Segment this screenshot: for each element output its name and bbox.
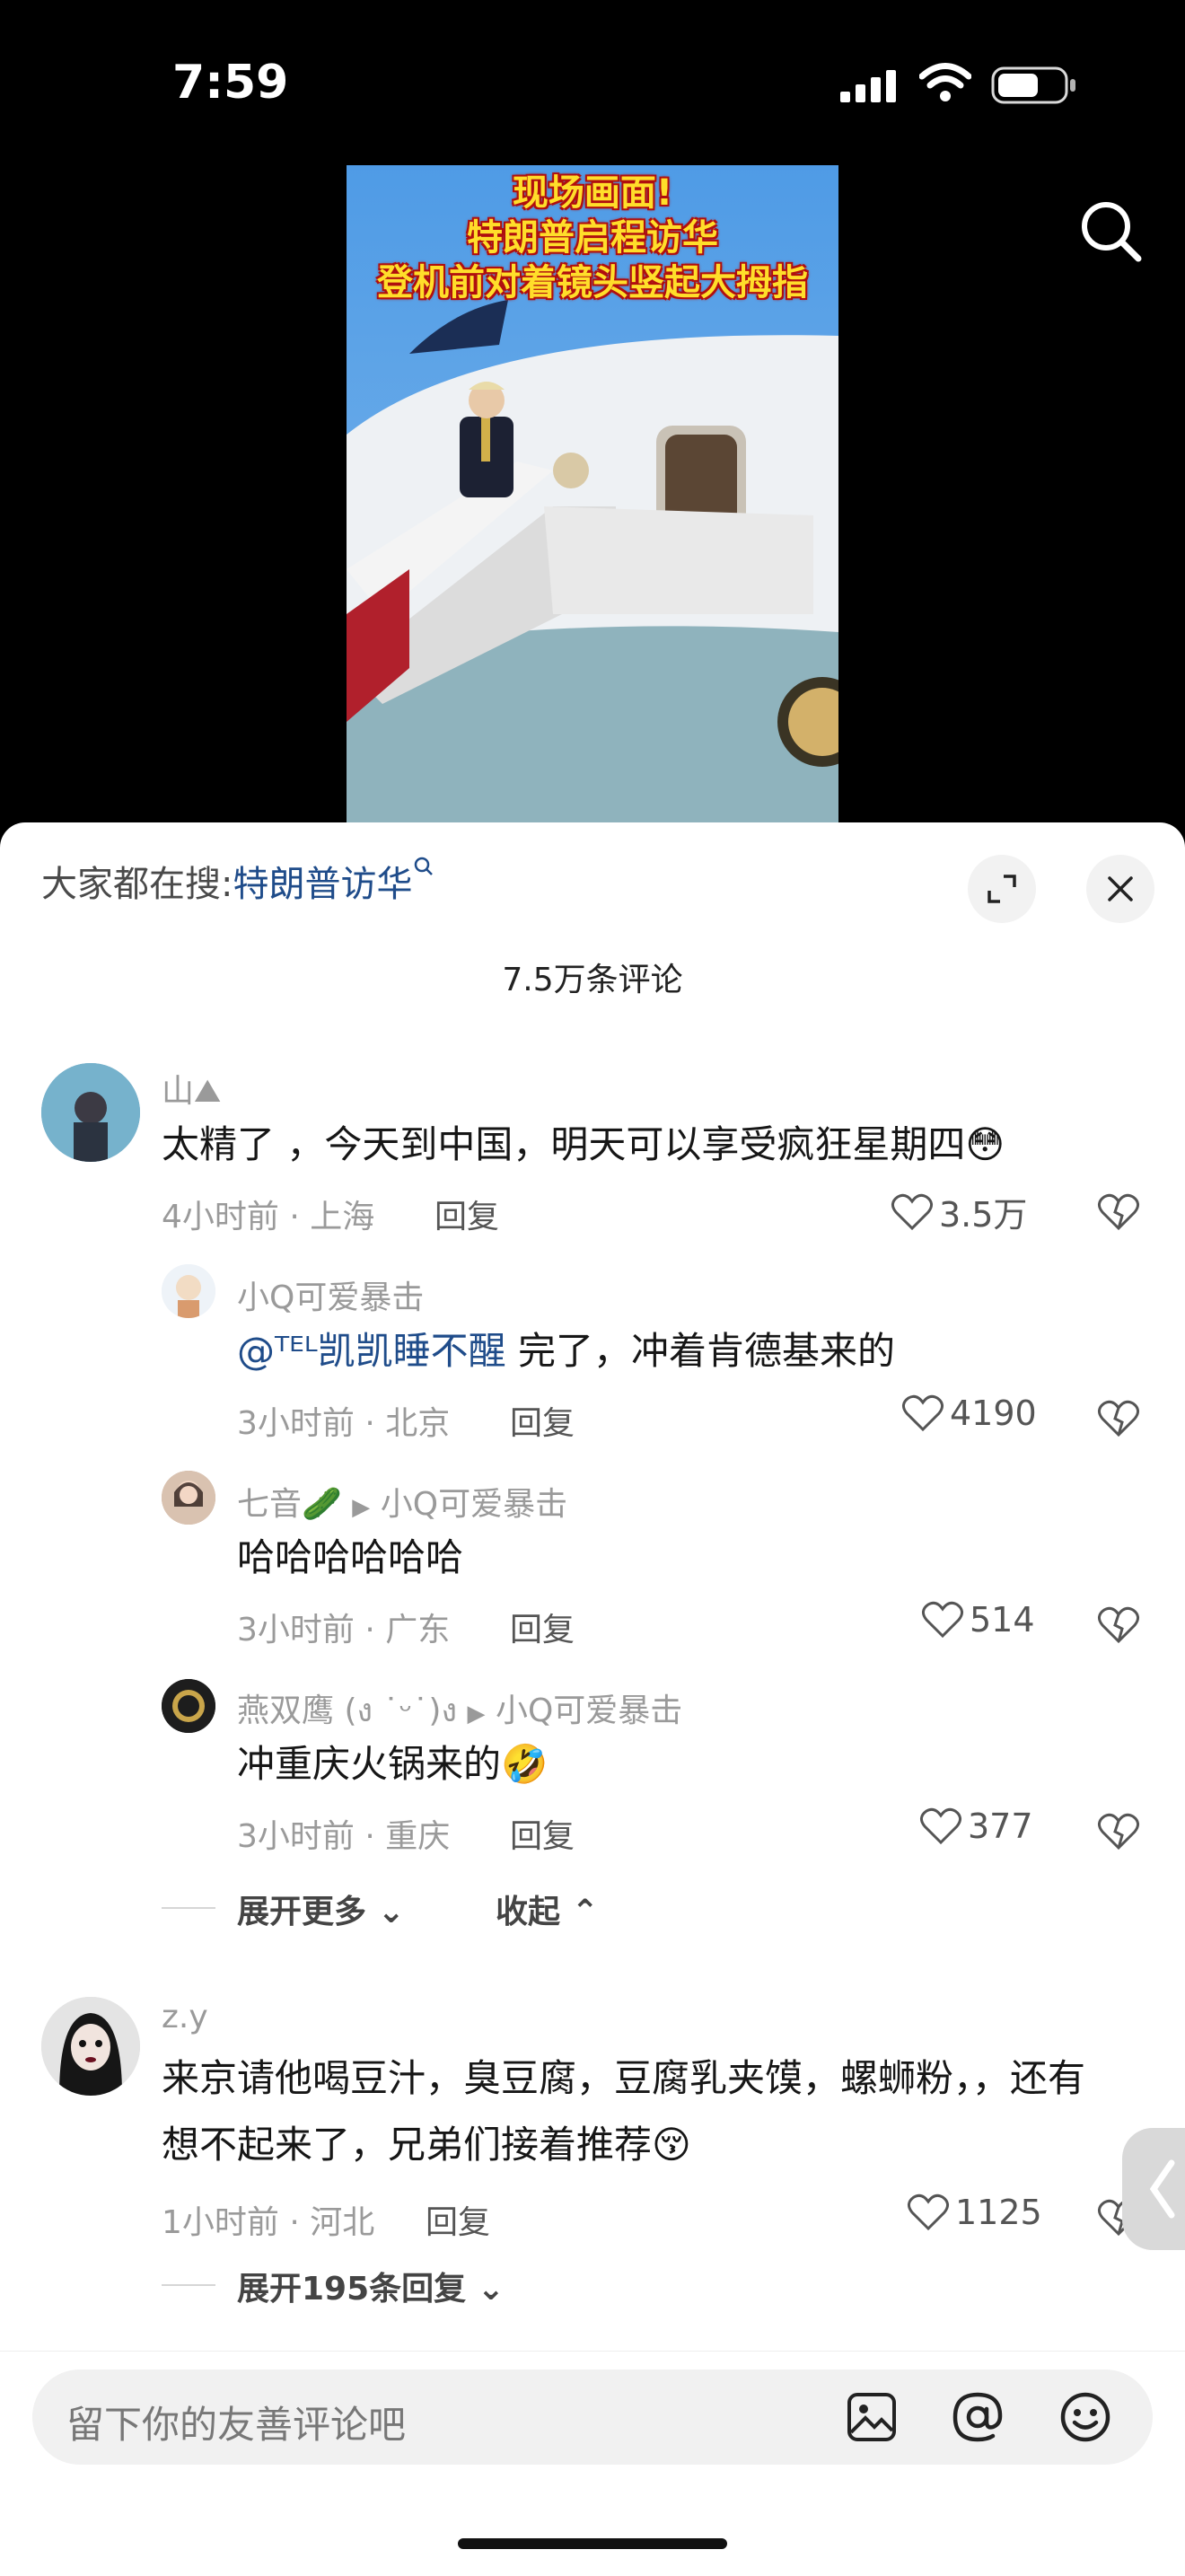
dislike-icon[interactable]: [1097, 1399, 1140, 1438]
reply-button[interactable]: 回复: [434, 1191, 499, 1237]
collapse-label: 收起: [496, 1894, 561, 1930]
close-icon: [1108, 876, 1133, 901]
reply-text-body: 完了，冲着肯德基来的: [505, 1329, 895, 1373]
expand-sheet-button[interactable]: [968, 855, 1036, 923]
comment-count: 7.5万条评论: [502, 962, 683, 998]
trending-search[interactable]: 大家都在搜:特朗普访华: [41, 855, 435, 907]
avatar[interactable]: [41, 1063, 140, 1162]
heart-icon: [891, 1193, 933, 1230]
emoji-icon[interactable]: [1058, 2389, 1113, 2445]
like-button[interactable]: 377: [919, 1807, 1033, 1846]
reply-text: @ᵀᴱᴸ凯凯睡不醒 完了，冲着肯德基来的: [237, 1318, 1099, 1385]
chevron-down-icon: ⌄: [477, 2271, 505, 2308]
mention-link[interactable]: @ᵀᴱᴸ凯凯睡不醒: [237, 1329, 506, 1373]
reply-text: 哈哈哈哈哈哈: [237, 1535, 464, 1579]
reply-username[interactable]: 七音🥒 ▶ 小Q可爱暴击: [237, 1478, 567, 1525]
chevron-down-icon: ⌄: [377, 1894, 405, 1930]
video-caption: 现场画面! 特朗普启程访华 登机前对着镜头竖起大拇指: [347, 171, 838, 305]
image-icon[interactable]: [844, 2389, 900, 2445]
like-count: 514: [970, 1600, 1035, 1640]
reply-arrow-icon: ▶: [467, 1701, 486, 1728]
chevron-left-icon: [1149, 2159, 1175, 2219]
comment-composer: 留下你的友善评论吧: [0, 2351, 1185, 2576]
at-mention-icon[interactable]: [950, 2389, 1005, 2445]
avatar[interactable]: [162, 1679, 215, 1733]
reply-username-text: 燕双鹰 (ง ˙ᵕ˙)ง: [237, 1692, 458, 1729]
avatar-image: [41, 1063, 140, 1162]
divider: [162, 1907, 215, 1909]
search-icon[interactable]: [1075, 196, 1147, 268]
video-player[interactable]: 现场画面! 特朗普启程访华 登机前对着镜头竖起大拇指: [347, 165, 838, 822]
avatar-image: [162, 1679, 215, 1733]
avatar[interactable]: [162, 1264, 215, 1318]
comment-input-placeholder: 留下你的友善评论吧: [66, 2403, 407, 2447]
like-button[interactable]: 1125: [907, 2193, 1042, 2232]
reply-button[interactable]: 回复: [426, 2196, 490, 2243]
home-indicator: [458, 2538, 727, 2549]
comment-username[interactable]: z.y: [162, 1999, 208, 2035]
reply-arrow-icon: ▶: [352, 1494, 371, 1521]
expand-replies-label: 展开195条回复: [237, 2271, 467, 2308]
side-panel-tab[interactable]: [1122, 2128, 1185, 2250]
like-button[interactable]: 3.5万: [891, 1187, 1027, 1236]
trending-prefix: 大家都在搜:: [41, 864, 233, 905]
reply-to-username[interactable]: 小Q可爱暴击: [381, 1486, 567, 1523]
dislike-icon[interactable]: [1097, 1605, 1140, 1645]
reply-username[interactable]: 燕双鹰 (ง ˙ᵕ˙)ง ▶ 小Q可爱暴击: [237, 1684, 682, 1736]
avatar-image: [162, 1264, 215, 1318]
expand-icon: [988, 875, 1016, 903]
status-bar: 7:59: [0, 0, 1185, 171]
reply-button[interactable]: 回复: [510, 1397, 575, 1444]
video-caption-line: 现场画面!: [512, 172, 673, 214]
comment-text: 太精了 ，今天到中国，明天可以享受疯狂星期四😳: [162, 1122, 1005, 1166]
avatar-image: [162, 1471, 215, 1525]
heart-icon: [922, 1601, 963, 1639]
expand-more-button[interactable]: 展开更多 ⌄: [237, 1886, 405, 1932]
cellular-signal-icon: [840, 70, 896, 102]
heart-icon: [920, 1807, 961, 1845]
like-count: 377: [968, 1807, 1033, 1846]
reply-button[interactable]: 回复: [510, 1604, 575, 1650]
like-count: 3.5万: [939, 1195, 1028, 1235]
like-count: 4190: [950, 1394, 1037, 1433]
heart-icon: [902, 1394, 944, 1432]
reply-to-username[interactable]: 小Q可爱暴击: [496, 1692, 682, 1729]
reply-button[interactable]: 回复: [510, 1810, 575, 1857]
comment-sheet: 大家都在搜:特朗普访华 7.5万条评论 山⛰ 太精了 ，今天到中国，明天可以享受…: [0, 822, 1185, 2575]
like-button[interactable]: 514: [921, 1600, 1035, 1640]
comment-meta: 1小时前 · 河北: [162, 2204, 375, 2241]
expand-replies-button[interactable]: 展开195条回复 ⌄: [237, 2263, 505, 2309]
comment-meta: 4小时前 · 上海: [162, 1199, 375, 1235]
close-sheet-button[interactable]: [1086, 855, 1154, 923]
avatar[interactable]: [162, 1471, 215, 1525]
heart-icon: [908, 2194, 949, 2231]
expand-more-label: 展开更多: [237, 1894, 367, 1930]
collapse-button[interactable]: 收起 ⌃: [496, 1886, 599, 1932]
trending-keyword[interactable]: 特朗普访华: [233, 864, 412, 905]
divider: [162, 2284, 215, 2286]
avatar-image: [41, 1997, 140, 2096]
reply-username[interactable]: 小Q可爱暴击: [237, 1271, 424, 1318]
reply-meta: 3小时前 · 重庆: [237, 1818, 451, 1855]
reply-username-text: 七音🥒: [237, 1486, 342, 1523]
video-caption-line: 登机前对着镜头竖起大拇指: [377, 262, 808, 303]
chevron-up-icon: ⌃: [571, 1894, 599, 1930]
avatar[interactable]: [41, 1997, 140, 2096]
comment-input[interactable]: 留下你的友善评论吧: [32, 2369, 1153, 2465]
dislike-icon[interactable]: [1097, 1812, 1140, 1851]
comment-text: 来京请他喝豆汁，臭豆腐，豆腐乳夹馍，螺蛳粉，，还有想不起来了，兄弟们接着推荐😚: [162, 2056, 1086, 2167]
like-button[interactable]: 4190: [901, 1394, 1037, 1433]
comment-username[interactable]: 山⛰: [162, 1065, 221, 1112]
search-small-icon: [415, 857, 434, 875]
dislike-icon[interactable]: [1097, 1192, 1140, 1232]
battery-icon: [991, 66, 1075, 104]
reply-meta: 3小时前 · 广东: [237, 1612, 451, 1648]
reply-text: 冲重庆火锅来的🤣: [237, 1742, 549, 1786]
reply-meta: 3小时前 · 北京: [237, 1405, 451, 1442]
video-caption-line: 特朗普启程访华: [467, 217, 718, 259]
wifi-icon: [919, 63, 971, 101]
status-time: 7:59: [172, 56, 289, 110]
like-count: 1125: [955, 2193, 1042, 2232]
